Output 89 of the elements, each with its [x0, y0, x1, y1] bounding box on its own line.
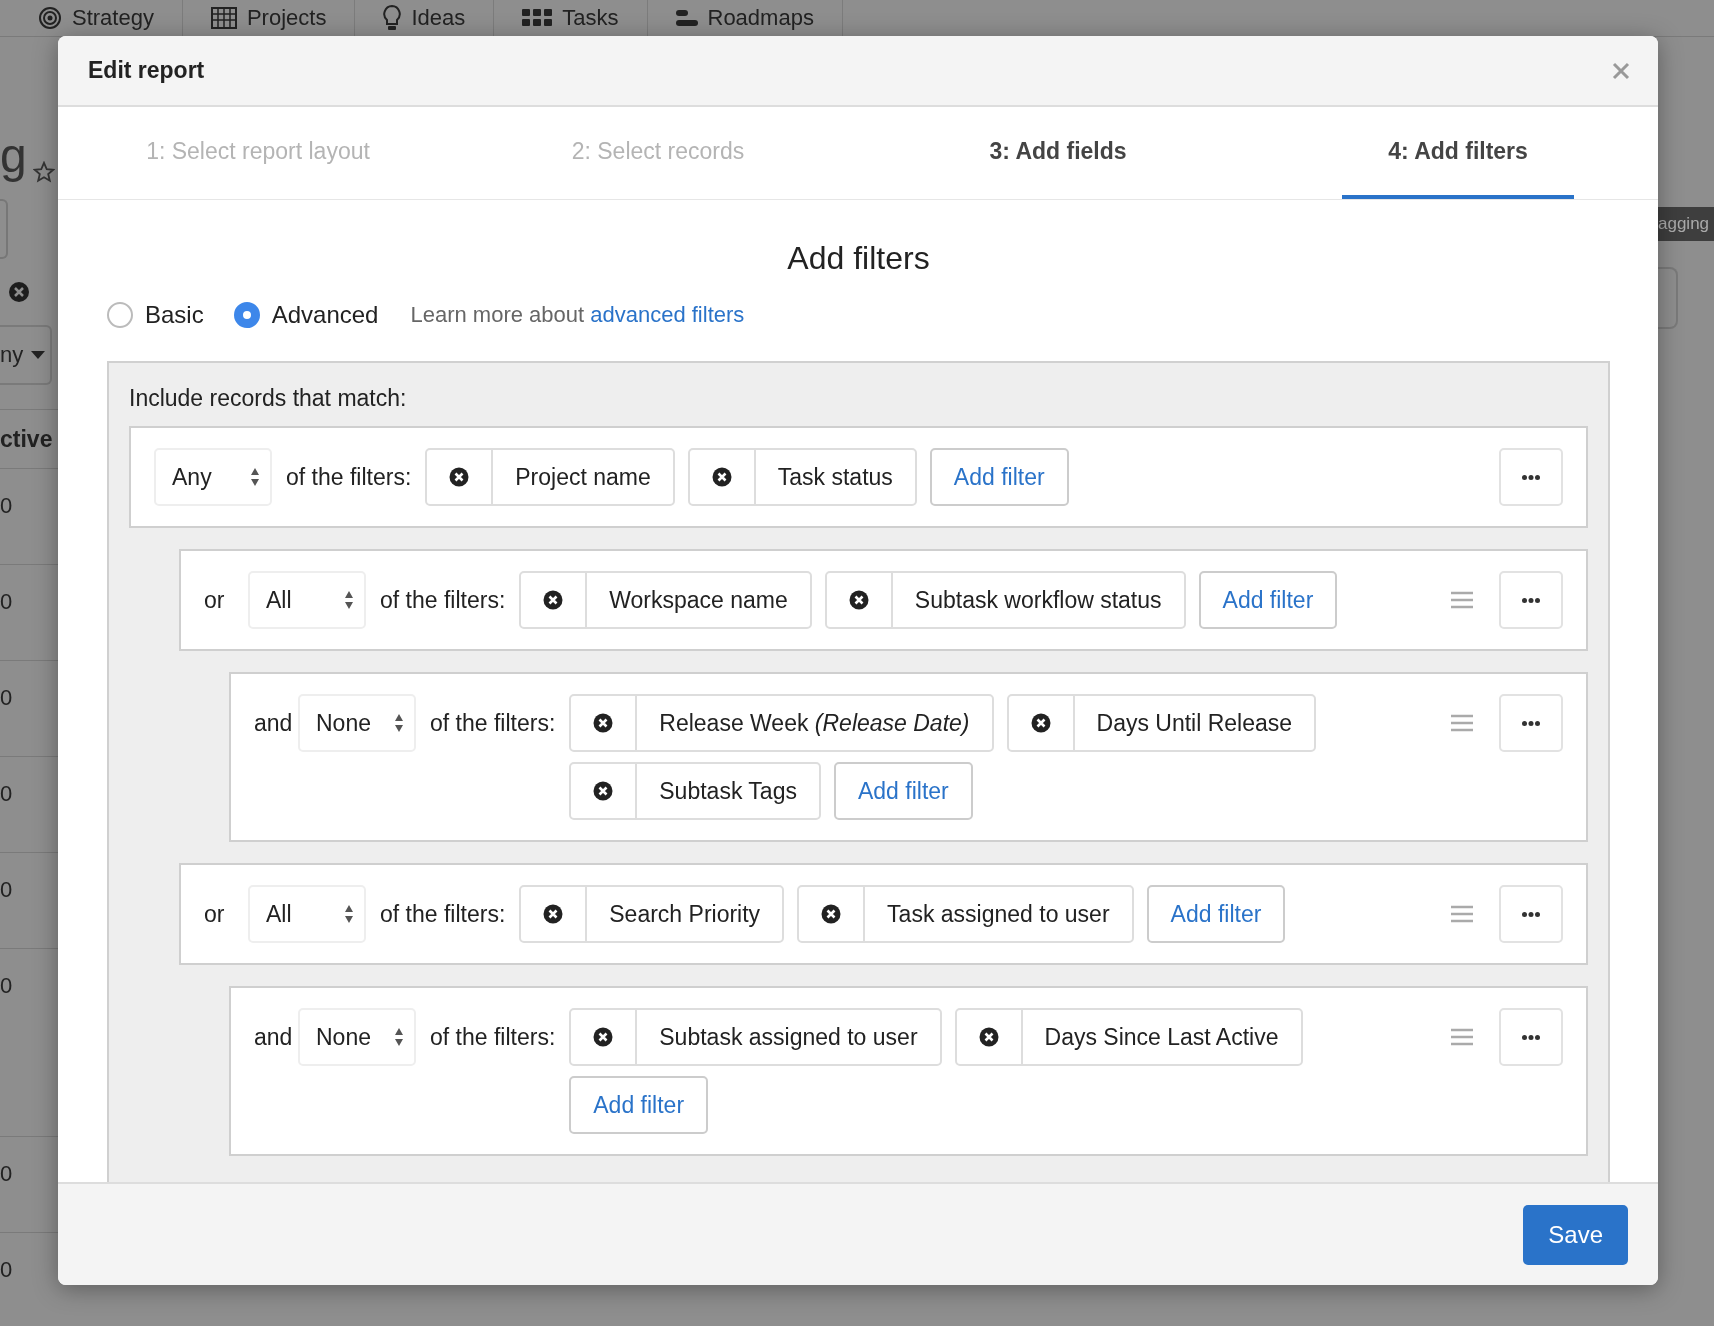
filter-lead-text: of the filters: [380, 585, 506, 615]
more-icon [1522, 474, 1540, 480]
drag-handle-icon[interactable] [1451, 714, 1473, 732]
section-heading: Add filters [786, 240, 931, 277]
remove-icon [593, 781, 614, 801]
radio-option[interactable]: Basic [107, 301, 204, 329]
select-field[interactable]: ny [0, 325, 52, 385]
sort-arrows-icon [394, 1026, 404, 1048]
remove-icon [593, 713, 614, 733]
table-cell: 0 [0, 781, 13, 807]
column-header: ctive [0, 425, 53, 453]
close-icon[interactable] [1612, 61, 1630, 80]
filter-name[interactable]: Search Priority [587, 887, 783, 941]
more-icon [1522, 597, 1540, 603]
sort-arrows-icon [394, 712, 404, 734]
filter-name[interactable]: Task assigned to user [865, 887, 1132, 941]
match-select[interactable]: None [298, 694, 416, 752]
remove-icon [543, 590, 564, 610]
nav-tab[interactable]: Tasks [562, 5, 619, 31]
add-filter-button[interactable]: Add filter [833, 762, 973, 820]
caret-icon [31, 351, 46, 359]
page-title: g [0, 128, 27, 183]
more-icon [1522, 1034, 1540, 1040]
help-text: Learn more about advanced filters [410, 302, 745, 328]
filter-name[interactable]: Subtask Tags [637, 764, 819, 818]
match-select[interactable]: Any [154, 448, 272, 506]
table-cell: 0 [0, 685, 13, 711]
remove-icon [848, 590, 869, 610]
filter-lead-text: of the filters: [430, 1022, 556, 1052]
radio-option[interactable]: Advanced [233, 301, 379, 329]
add-filter-button[interactable]: Add filter [929, 448, 1069, 506]
filter-name[interactable]: Days Until Release [1074, 696, 1315, 750]
drag-handle-icon[interactable] [1451, 905, 1473, 923]
table-cell: 0 [0, 877, 13, 903]
dialog-title: Edit report [88, 57, 205, 84]
add-filter-button[interactable]: Add filter [569, 1076, 709, 1134]
filter-name[interactable]: Subtask workflow status [892, 573, 1184, 627]
remove-icon [449, 467, 470, 487]
remove-icon [543, 904, 564, 924]
save-button[interactable]: Save [1523, 1204, 1628, 1265]
filter-name[interactable]: Days Since Last Active [1022, 1010, 1301, 1064]
remove-icon [593, 1027, 614, 1047]
tiles-icon [522, 9, 553, 27]
add-filter-button[interactable]: Add filter [1146, 885, 1286, 943]
more-icon [1522, 720, 1540, 726]
drag-handle-icon[interactable] [1451, 1028, 1473, 1046]
lightbulb-icon [383, 5, 402, 31]
match-select[interactable]: All [248, 885, 366, 943]
drag-handle-icon[interactable] [1451, 591, 1473, 609]
remove-icon [1030, 713, 1051, 733]
help-link[interactable]: advanced filters [590, 302, 745, 327]
tag-label: agging [1658, 207, 1714, 241]
nav-tab[interactable]: Roadmaps [707, 5, 814, 31]
table-cell: 0 [0, 589, 13, 615]
remove-icon [711, 467, 732, 487]
table-cell: 0 [0, 1161, 13, 1187]
more-icon [1522, 911, 1540, 917]
filter-name[interactable]: Project name [493, 450, 673, 504]
sort-arrows-icon [344, 589, 354, 611]
table-cell: 0 [0, 973, 13, 999]
connector-label: or [204, 899, 226, 929]
match-select[interactable]: None [298, 1008, 416, 1066]
grid-icon [210, 7, 237, 29]
remove-icon [978, 1027, 999, 1047]
filter-lead-text: of the filters: [430, 708, 556, 738]
target-icon [38, 6, 62, 30]
connector-label: or [204, 585, 226, 615]
sort-arrows-icon [250, 466, 260, 488]
filter-name[interactable]: Release Week (Release Date) [637, 696, 992, 750]
star-icon[interactable] [32, 161, 55, 183]
step-tab[interactable]: 4: Add filters [1342, 107, 1574, 199]
nav-tab[interactable]: Ideas [411, 5, 466, 31]
filter-name[interactable]: Subtask assigned to user [637, 1010, 940, 1064]
add-filter-button[interactable]: Add filter [1198, 571, 1338, 629]
table-cell: 0 [0, 1257, 13, 1283]
filter-lead-text: of the filters: [286, 462, 412, 492]
panel-label: Include records that match: [129, 385, 407, 411]
filter-name[interactable]: Task status [755, 450, 915, 504]
step-tab[interactable]: 3: Add fields [943, 107, 1173, 199]
nav-tab[interactable]: Projects [246, 5, 327, 31]
sort-arrows-icon [344, 903, 354, 925]
table-cell: 0 [0, 493, 13, 519]
filter-name[interactable]: Workspace name [587, 573, 810, 627]
remove-icon [821, 904, 842, 924]
filter-lead-text: of the filters: [380, 899, 506, 929]
match-select[interactable]: All [248, 571, 366, 629]
bars-icon [675, 8, 698, 28]
close-icon[interactable] [8, 281, 30, 303]
nav-tab[interactable]: Strategy [72, 5, 154, 31]
